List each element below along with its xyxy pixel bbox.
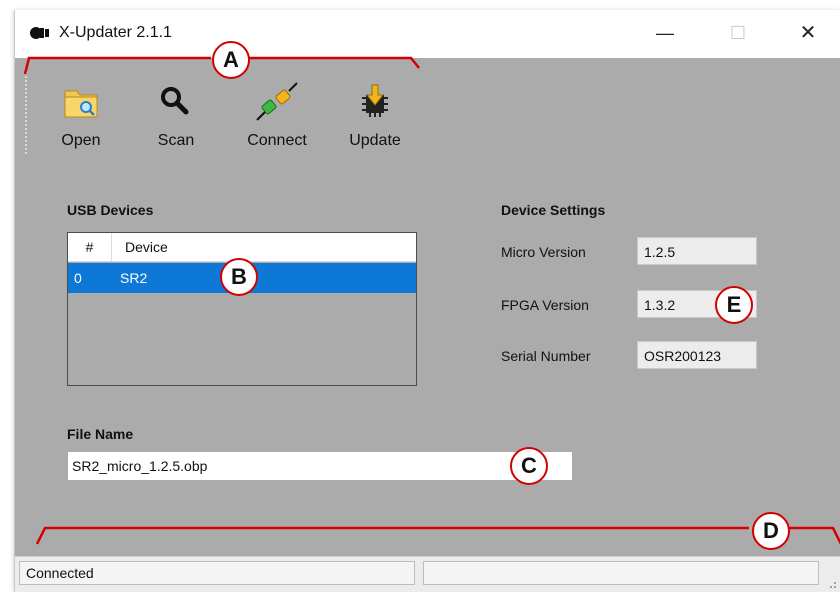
connect-button[interactable]: Connect	[233, 82, 321, 152]
update-label: Update	[349, 132, 401, 149]
callout-c: C	[510, 447, 548, 485]
usb-devices-heading: USB Devices	[67, 202, 154, 218]
column-header-device[interactable]: Device	[125, 233, 168, 261]
update-button[interactable]: Update	[337, 82, 413, 152]
callout-b: B	[220, 258, 258, 296]
close-button[interactable]: ✕	[785, 18, 831, 48]
file-name-heading: File Name	[67, 426, 134, 442]
scan-button[interactable]: Scan	[141, 82, 211, 152]
magnifier-icon	[161, 87, 189, 115]
micro-version-label: Micro Version	[501, 244, 586, 260]
scan-label: Scan	[157, 132, 195, 149]
fpga-version-label: FPGA Version	[501, 297, 589, 313]
file-name-input[interactable]	[67, 451, 573, 481]
callout-d: D	[752, 512, 790, 550]
open-button[interactable]: Open	[43, 82, 119, 152]
folder-search-icon	[64, 90, 98, 118]
toolbar-grip[interactable]	[25, 68, 29, 154]
column-header-number[interactable]: #	[68, 233, 112, 261]
callout-a: A	[212, 41, 250, 79]
app-window: X-Updater 2.1.1 — ☐ ✕ Open Scan Connect …	[14, 10, 840, 592]
window-title: X-Updater 2.1.1	[59, 24, 172, 41]
usb-device-list[interactable]: # Device 0 SR2	[67, 232, 417, 386]
maximize-button[interactable]: ☐	[715, 18, 761, 48]
toolbar: Open Scan Connect Update	[15, 58, 840, 161]
plug-connect-icon	[256, 82, 298, 121]
connect-label: Connect	[247, 132, 307, 149]
row-number: 0	[74, 270, 82, 286]
title-bar[interactable]: X-Updater 2.1.1 — ☐ ✕	[15, 10, 840, 58]
status-bar: Connected	[15, 556, 840, 592]
status-connection: Connected	[19, 561, 415, 585]
micro-version-field: 1.2.5	[637, 237, 757, 265]
open-label: Open	[61, 132, 101, 149]
status-secondary	[423, 561, 819, 585]
device-settings-heading: Device Settings	[501, 202, 606, 218]
callout-e: E	[715, 286, 753, 324]
serial-number-field: OSR200123	[637, 341, 757, 369]
row-device: SR2	[120, 270, 148, 286]
chip-download-icon	[362, 84, 388, 117]
app-logo-icon	[30, 27, 49, 39]
serial-number-label: Serial Number	[501, 348, 591, 364]
minimize-button[interactable]: —	[642, 18, 688, 48]
resize-grip-icon[interactable]	[827, 579, 837, 589]
